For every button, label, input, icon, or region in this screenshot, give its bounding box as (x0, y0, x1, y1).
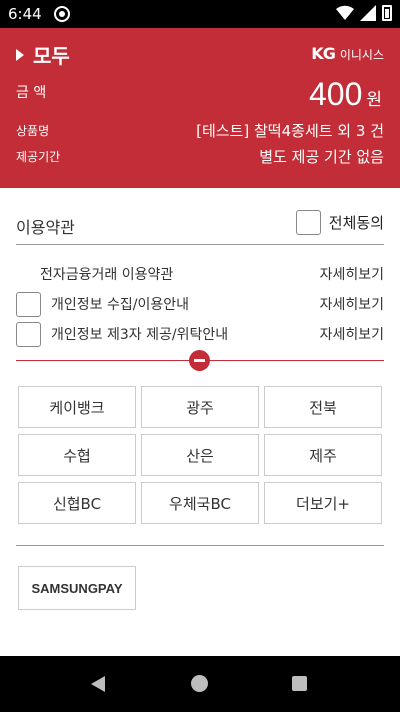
term-detail-link[interactable]: 자세히보기 (320, 294, 384, 314)
term-label: 개인정보 수집/이용안내 (51, 297, 189, 313)
bank-divider (16, 545, 384, 546)
wifi-icon (336, 5, 354, 21)
samsung-pay-button[interactable]: SAMSUNGPAY (18, 566, 136, 610)
product-label: 상품명 (16, 124, 50, 138)
term-label: 전자금융거래 이용약관 (40, 267, 174, 283)
terms-title: 이용약관 (16, 218, 75, 237)
privacy-collection-checkbox[interactable] (16, 291, 41, 317)
amount-value: 400 원 (309, 76, 382, 113)
bank-button-post-bc[interactable]: 우체국BC (141, 482, 259, 524)
payment-header: 모두 KG 이니시스 금 액 400 원 상품명 [테스트] 찰떡4종세트 외 … (0, 28, 400, 188)
recent-apps-icon[interactable] (292, 676, 307, 691)
kg-inicis-logo: KG 이니시스 (311, 44, 384, 63)
period-label: 제공기간 (16, 150, 61, 164)
term-row-privacy-collection: 개인정보 수집/이용안내 자세히보기 (16, 290, 384, 318)
period-value: 별도 제공 기간 없음 (259, 148, 384, 166)
agree-all-checkbox[interactable] (295, 210, 321, 235)
term-row-third-party: 개인정보 제3자 제공/위탁안내 자세히보기 (16, 320, 384, 348)
payment-method-title[interactable]: 모두 (16, 40, 70, 69)
home-icon[interactable] (191, 675, 208, 692)
amount-number: 400 (308, 76, 363, 112)
bank-button-kbank[interactable]: 케이뱅크 (18, 386, 136, 428)
payment-method-label: 모두 (33, 44, 70, 68)
more-banks-button[interactable]: 더보기+ (264, 482, 382, 524)
term-row-electronic-finance: 전자금융거래 이용약관 자세히보기 (16, 260, 384, 288)
bank-button-jeonbuk[interactable]: 전북 (264, 386, 382, 428)
bank-button-shinhyup-bc[interactable]: 신협BC (18, 482, 136, 524)
signal-icon (360, 5, 376, 21)
term-label: 개인정보 제3자 제공/위탁안내 (51, 327, 229, 343)
amount-label: 금 액 (16, 85, 47, 101)
agree-all-label: 전체동의 (328, 214, 384, 232)
collapse-minus-icon[interactable] (189, 350, 210, 371)
term-detail-link[interactable]: 자세히보기 (320, 324, 384, 344)
amount-unit: 원 (366, 90, 382, 110)
payment-screen: 모두 KG 이니시스 금 액 400 원 상품명 [테스트] 찰떡4종세트 외 … (0, 28, 400, 656)
bank-button-kdb[interactable]: 산은 (141, 434, 259, 476)
status-icons (336, 5, 392, 21)
bank-button-gwangju[interactable]: 광주 (141, 386, 259, 428)
logo-kg: KG (311, 44, 336, 63)
app-notification-icon (54, 6, 70, 22)
status-bar: 6:44 (0, 0, 400, 28)
term-detail-link[interactable]: 자세히보기 (320, 264, 384, 284)
bank-button-jeju[interactable]: 제주 (264, 434, 382, 476)
triangle-right-icon (16, 48, 24, 61)
battery-icon (382, 5, 392, 21)
product-value: [테스트] 찰떡4종세트 외 3 건 (196, 122, 384, 140)
logo-name: 이니시스 (339, 48, 384, 62)
navigation-bar (0, 656, 400, 712)
terms-divider (16, 244, 384, 245)
back-icon[interactable] (91, 676, 105, 692)
agree-all-toggle[interactable]: 전체동의 (295, 210, 384, 235)
status-time: 6:44 (8, 5, 42, 23)
bank-button-suhyup[interactable]: 수협 (18, 434, 136, 476)
third-party-checkbox[interactable] (16, 321, 41, 347)
